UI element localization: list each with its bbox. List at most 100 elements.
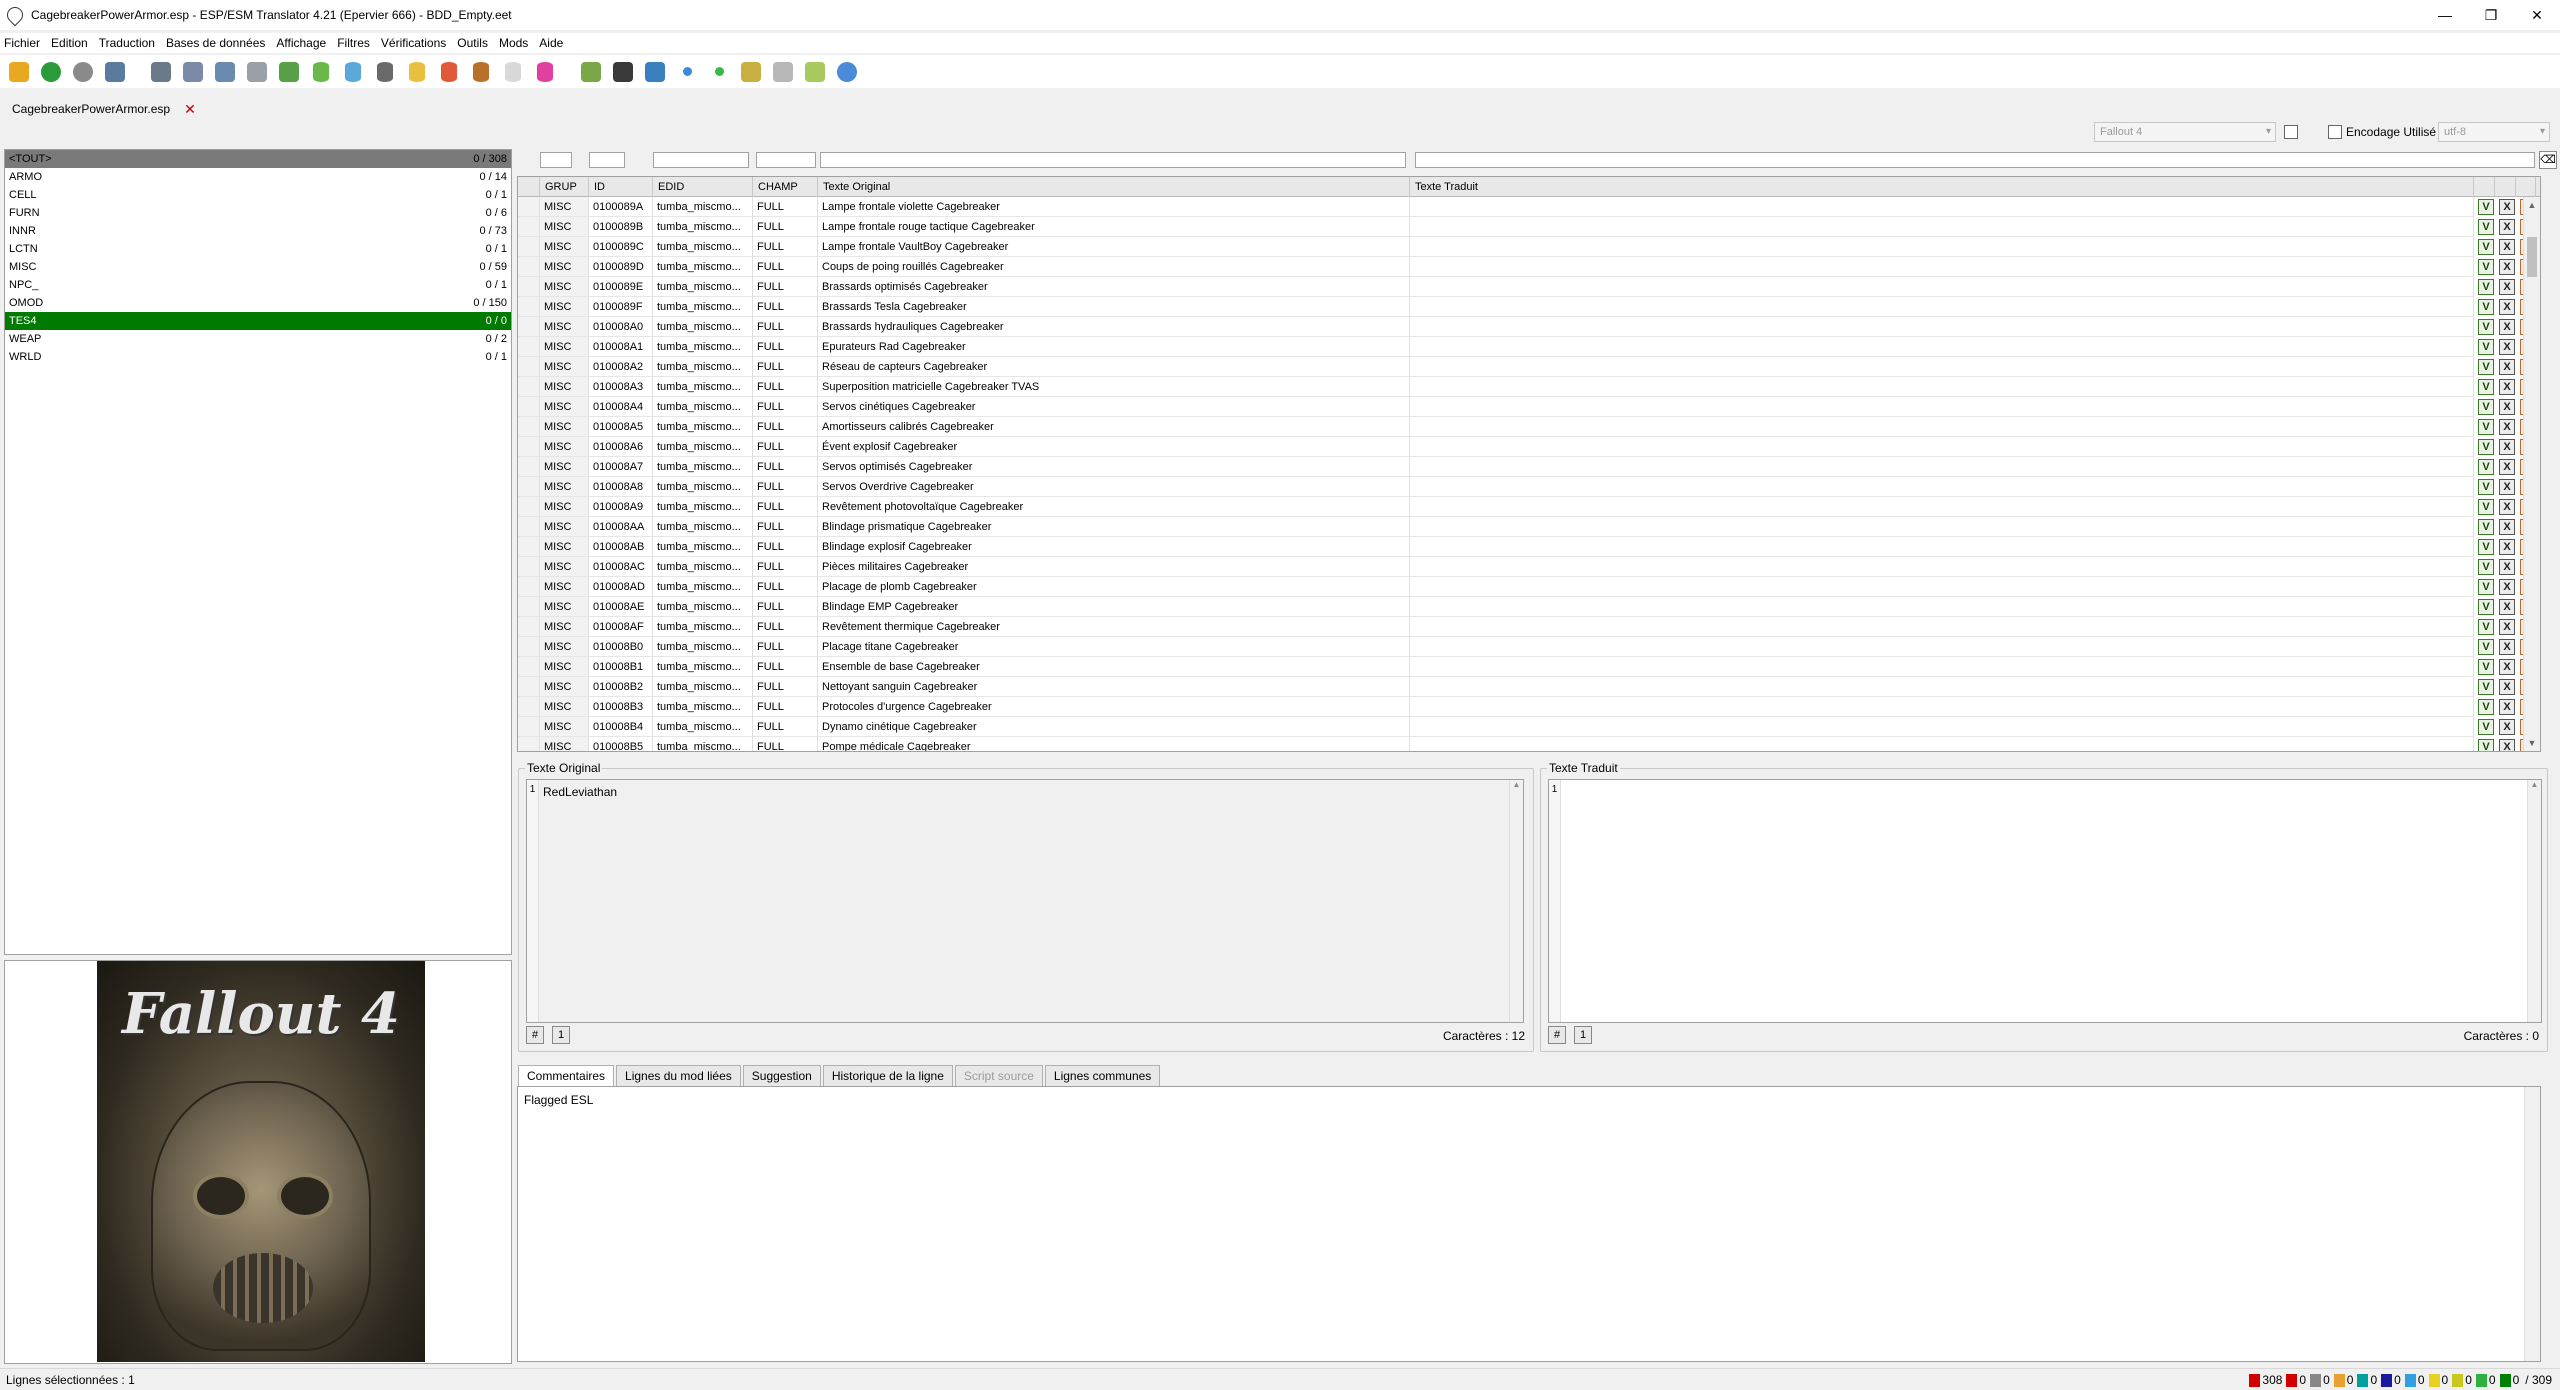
validate-button[interactable]: V: [2478, 439, 2494, 455]
cell-edid[interactable]: tumba_miscmo...: [653, 737, 753, 751]
reject-button[interactable]: X: [2499, 319, 2515, 335]
reject-button[interactable]: X: [2499, 299, 2515, 315]
open-folder-icon[interactable]: [6, 59, 32, 85]
row-indicator[interactable]: [518, 697, 540, 717]
validate-button[interactable]: V: [2478, 299, 2494, 315]
database-white-icon[interactable]: [500, 59, 526, 85]
notebook-icon[interactable]: [578, 59, 604, 85]
cell-id[interactable]: 0100089A: [589, 197, 653, 217]
header-edid[interactable]: EDID: [653, 177, 753, 197]
table-row[interactable]: MISC 010008AB tumba_miscmo... FULL Blindage …: [518, 537, 2540, 557]
row-indicator[interactable]: [518, 297, 540, 317]
cell-original[interactable]: Dynamo cinétique Cagebreaker: [818, 717, 1410, 737]
cell-champ[interactable]: FULL: [753, 477, 818, 497]
book-icon[interactable]: [770, 59, 796, 85]
table-row[interactable]: MISC 0100089F tumba_miscmo... FULL Brassards…: [518, 297, 2540, 317]
spellcheck-icon[interactable]: [642, 59, 668, 85]
validate-button[interactable]: V: [2478, 579, 2494, 595]
cell-id[interactable]: 010008A5: [589, 417, 653, 437]
cell-champ[interactable]: FULL: [753, 257, 818, 277]
row-indicator[interactable]: [518, 277, 540, 297]
original-editor-scrollbar[interactable]: ▲: [1509, 780, 1523, 1022]
table-row[interactable]: MISC 010008A0 tumba_miscmo... FULL Brassards…: [518, 317, 2540, 337]
cell-translated[interactable]: [1410, 377, 2474, 397]
menu-edition[interactable]: Edition: [51, 36, 88, 50]
cell-champ[interactable]: FULL: [753, 737, 818, 751]
cell-translated[interactable]: [1410, 497, 2474, 517]
cell-translated[interactable]: [1410, 197, 2474, 217]
cell-original[interactable]: Ensemble de base Cagebreaker: [818, 657, 1410, 677]
tab-commentaires[interactable]: Commentaires: [518, 1065, 615, 1087]
cell-grup[interactable]: MISC: [540, 357, 589, 377]
original-one-button[interactable]: 1: [552, 1026, 570, 1044]
validate-button[interactable]: V: [2478, 259, 2494, 275]
cell-champ[interactable]: FULL: [753, 457, 818, 477]
row-indicator[interactable]: [518, 677, 540, 697]
table-row[interactable]: MISC 010008B2 tumba_miscmo... FULL Nettoyant…: [518, 677, 2540, 697]
cell-champ[interactable]: FULL: [753, 237, 818, 257]
row-indicator[interactable]: [518, 537, 540, 557]
category-item-omod[interactable]: OMOD 0 / 150: [5, 294, 511, 312]
tab-lignes-du-mod-liees[interactable]: Lignes du mod liées: [616, 1065, 741, 1087]
scroll-up-icon[interactable]: ▲: [2524, 197, 2540, 213]
tab-suggestion[interactable]: Suggestion: [742, 1065, 821, 1087]
restore-button[interactable]: ❐: [2468, 0, 2514, 30]
cell-grup[interactable]: MISC: [540, 597, 589, 617]
cell-id[interactable]: 010008A3: [589, 377, 653, 397]
table-row[interactable]: MISC 0100089B tumba_miscmo... FULL Lampe fro…: [518, 217, 2540, 237]
cell-id[interactable]: 010008A0: [589, 317, 653, 337]
cell-original[interactable]: Revêtement thermique Cagebreaker: [818, 617, 1410, 637]
encoding-select[interactable]: utf-8: [2438, 122, 2550, 142]
cell-id[interactable]: 010008AC: [589, 557, 653, 577]
refresh-icon[interactable]: [38, 59, 64, 85]
cell-translated[interactable]: [1410, 297, 2474, 317]
cell-champ[interactable]: FULL: [753, 497, 818, 517]
cell-edid[interactable]: tumba_miscmo...: [653, 617, 753, 637]
validate-button[interactable]: V: [2478, 739, 2494, 751]
validate-button[interactable]: V: [2478, 559, 2494, 575]
cell-champ[interactable]: FULL: [753, 217, 818, 237]
reject-button[interactable]: X: [2499, 379, 2515, 395]
table-row[interactable]: MISC 010008A3 tumba_miscmo... FULL Superposi…: [518, 377, 2540, 397]
validate-button[interactable]: V: [2478, 619, 2494, 635]
reject-button[interactable]: X: [2499, 199, 2515, 215]
filter-grup[interactable]: [540, 152, 572, 168]
cell-id[interactable]: 010008B3: [589, 697, 653, 717]
cell-grup[interactable]: MISC: [540, 677, 589, 697]
menu-bases-de-donnees[interactable]: Bases de données: [166, 36, 265, 50]
cell-id[interactable]: 010008A8: [589, 477, 653, 497]
cell-original[interactable]: Protocoles d'urgence Cagebreaker: [818, 697, 1410, 717]
cell-grup[interactable]: MISC: [540, 537, 589, 557]
database-yellow-icon[interactable]: [404, 59, 430, 85]
cell-edid[interactable]: tumba_miscmo...: [653, 357, 753, 377]
cell-edid[interactable]: tumba_miscmo...: [653, 637, 753, 657]
table-row[interactable]: MISC 010008A7 tumba_miscmo... FULL Servos op…: [518, 457, 2540, 477]
translate-icon[interactable]: [738, 59, 764, 85]
cell-id[interactable]: 010008AA: [589, 517, 653, 537]
cell-grup[interactable]: MISC: [540, 637, 589, 657]
scroll-thumb[interactable]: [2527, 237, 2537, 277]
filter-id[interactable]: [589, 152, 625, 168]
row-indicator[interactable]: [518, 437, 540, 457]
database-brown-icon[interactable]: [468, 59, 494, 85]
validate-button[interactable]: V: [2478, 479, 2494, 495]
header-texte-original[interactable]: Texte Original: [818, 177, 1410, 197]
row-indicator[interactable]: [518, 337, 540, 357]
cell-edid[interactable]: tumba_miscmo...: [653, 417, 753, 437]
menu-filtres[interactable]: Filtres: [337, 36, 370, 50]
cell-grup[interactable]: MISC: [540, 737, 589, 751]
edit-icon[interactable]: [102, 59, 128, 85]
row-indicator[interactable]: [518, 617, 540, 637]
cell-translated[interactable]: [1410, 657, 2474, 677]
cell-original[interactable]: Blindage prismatique Cagebreaker: [818, 517, 1410, 537]
reject-button[interactable]: X: [2499, 719, 2515, 735]
cell-id[interactable]: 0100089E: [589, 277, 653, 297]
row-indicator[interactable]: [518, 457, 540, 477]
table-row[interactable]: MISC 010008A5 tumba_miscmo... FULL Amortisse…: [518, 417, 2540, 437]
reject-button[interactable]: X: [2499, 739, 2515, 751]
cell-translated[interactable]: [1410, 577, 2474, 597]
table-row[interactable]: MISC 010008A9 tumba_miscmo... FULL Revêtemen…: [518, 497, 2540, 517]
cell-id[interactable]: 010008A4: [589, 397, 653, 417]
cell-grup[interactable]: MISC: [540, 497, 589, 517]
file-tab[interactable]: CagebreakerPowerArmor.esp: [12, 102, 170, 116]
